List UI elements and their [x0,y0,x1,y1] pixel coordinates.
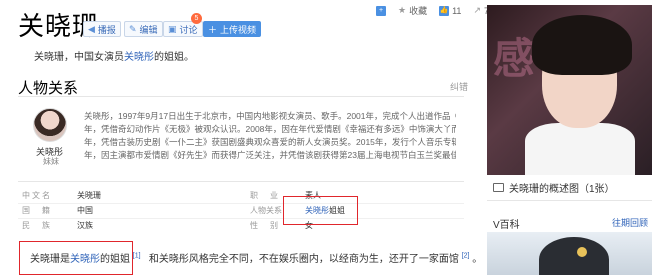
bird-shape [539,237,609,275]
avatar[interactable] [33,108,67,142]
info-row: 国 籍 中国 [22,203,101,218]
info-key: 中文名 [22,191,52,200]
edit-label: 编辑 [139,24,158,35]
info-divider [18,203,464,204]
body-link[interactable]: 关晓彤 [70,254,100,265]
body-text: 。 [472,254,483,265]
chat-icon: ▣ [168,23,177,34]
section-divider [18,96,464,97]
star-icon: ★ [398,5,407,15]
info-value: 关晓珊 [77,191,101,200]
section-divider [18,181,464,182]
collect-label: 收藏 [409,6,428,16]
body-text: 关晓珊是 [30,254,70,265]
share-square-icon[interactable]: + [376,5,386,16]
upload-video-label: 上传视频 [220,24,257,35]
sidebar-divider [487,200,652,201]
report-error-link[interactable]: 纠错 [450,80,468,93]
body-text: 和关晓彤风格完全不同，不在娱乐圈内，以经商为生，还开了一家面馆 [148,254,459,265]
info-row: 中文名 关晓珊 [22,188,101,203]
pencil-icon: ✎ [129,23,137,34]
plus-icon: ＋ [208,24,218,35]
share-icon: ↗ [473,5,481,15]
past-episodes-link[interactable]: 往期回顾 [612,216,648,229]
upload-video-button[interactable]: ＋ 上传视频 [203,21,262,37]
summary-link[interactable]: 关晓彤 [124,52,154,63]
background-character: 感 [493,34,536,83]
info-key: 民 族 [22,221,52,230]
desc-line: 年，凭借古装历史剧《一仆二主》获国剧盛典观众喜爱的新人女演员奖。2015年，发行… [84,137,456,147]
caption-text: 关晓珊的概述图（1张） [509,184,615,195]
relation-description: 关晓彤，1997年9月17日出生于北京市，中国内地影视女演员、歌手。2001年，… [84,110,456,162]
highlight-box [283,196,358,225]
discuss-badge: 5 [191,13,202,24]
info-value: 汉族 [77,221,93,230]
summary-image[interactable]: 感 [487,5,652,175]
desc-line: 关晓彤，1997年9月17日出生于北京市，中国内地影视女演员、歌手。2001年，… [84,111,456,121]
body-text: 的姐姐 [100,254,130,265]
collect-button[interactable]: ★ 收藏 [398,4,427,17]
info-divider [18,218,464,219]
summary-text: 关晓珊，中国女演员关晓彤的姐姐。 [34,48,194,63]
basic-info-left: 中文名 关晓珊 国 籍 中国 民 族 汉族 [22,188,101,233]
bird-eye [577,247,587,257]
vbaike-title: V百科 [493,220,520,231]
broadcast-label: 播报 [97,24,116,35]
speaker-icon: ◀ [88,23,95,34]
photo-shirt [525,123,635,175]
discuss-label: 讨论 [179,24,198,35]
image-icon [493,183,504,192]
desc-line: 年，因主演都市爱情剧《好先生》而获得广泛关注，并凭借该剧获得第23届上海电视节白… [84,150,456,160]
reference-2[interactable]: [2] [462,253,470,260]
reference-1[interactable]: [1] [133,253,141,260]
body-paragraph: 关晓珊是关晓彤的姐姐 [1] 和关晓彤风格完全不同，不在娱乐圈内，以经商为生，还… [30,250,482,265]
info-key: 国 籍 [22,206,52,215]
relations-title: 人物关系 [18,80,79,97]
summary-suffix: 的姐姐。 [154,52,194,63]
summary-prefix: 关晓珊，中国女演员 [34,52,124,63]
relation-type: 妹妹 [43,157,59,166]
image-caption[interactable]: 关晓珊的概述图（1张） [493,180,615,195]
info-row: 民 族 汉族 [22,218,101,233]
like-button[interactable]: 👍 11 [439,5,462,16]
like-count: 11 [452,5,462,16]
photo-hair [532,15,632,75]
page-actions: + ★ 收藏 👍 11 ↗ 7 [376,4,489,17]
desc-line: 年，凭借奇幻动作片《无极》被观众认识。2008年，因在年代爱情剧《幸福还有多远》… [84,124,456,134]
vbaike-banner[interactable] [487,232,652,275]
edit-button[interactable]: ✎ 编辑 [124,21,163,37]
thumb-up-icon: 👍 [439,5,450,16]
broadcast-button[interactable]: ◀ 播报 [83,21,121,37]
nationality-link[interactable]: 中国 [77,205,93,216]
